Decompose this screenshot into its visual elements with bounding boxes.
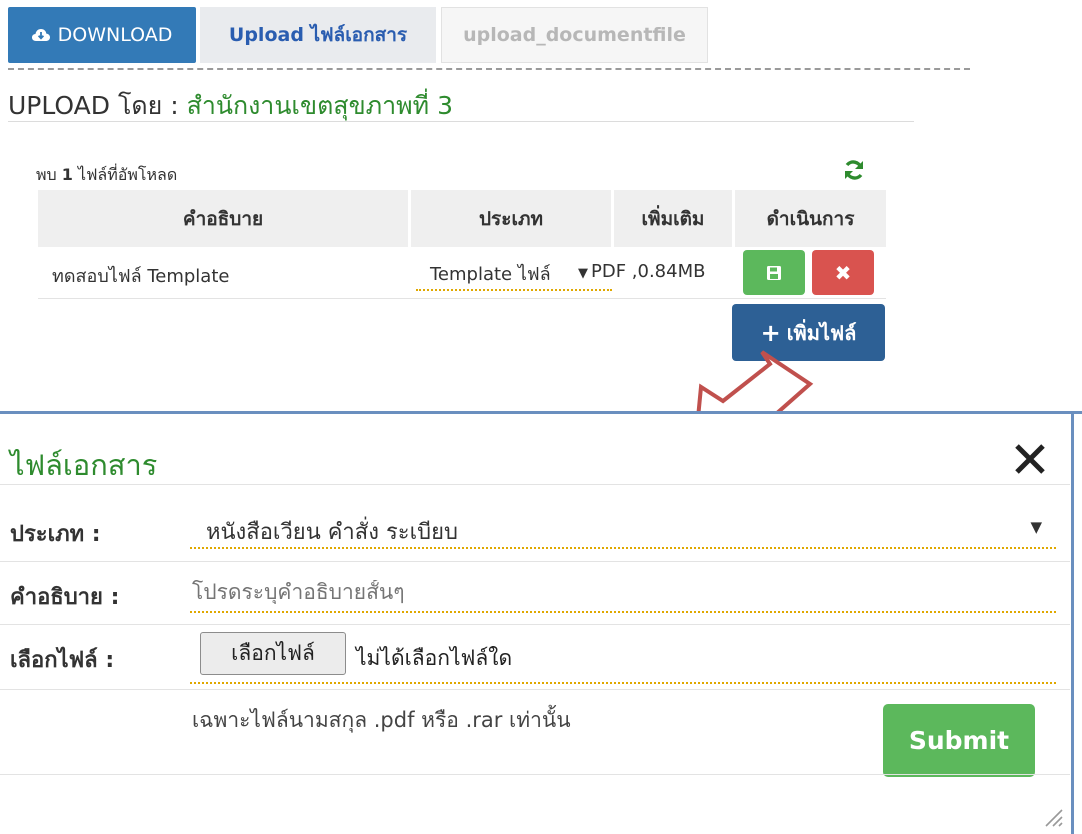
modal-right-border [1071, 411, 1074, 834]
refresh-icon[interactable] [842, 158, 866, 182]
type-label: ประเภท : [10, 522, 101, 547]
type-select-value: หนังสือเวียน คำสั่ง ระเบียบ [206, 520, 458, 545]
close-icon[interactable] [1011, 440, 1049, 478]
modal-divider [0, 561, 1070, 562]
modal-divider [0, 484, 1070, 485]
file-type-hint: เฉพาะไฟล์นามสกุล .pdf หรือ .rar เท่านั้น [192, 708, 571, 732]
tab-download[interactable]: DOWNLOAD [8, 7, 196, 63]
found-prefix: พบ [36, 165, 62, 184]
file-label: เลือกไฟล์ : [10, 648, 115, 673]
files-table-header: คำอธิบาย ประเภท เพิ่มเติม ดำเนินการ [38, 190, 886, 247]
tab-download-label: DOWNLOAD [57, 24, 173, 46]
dropdown-arrow-icon: ▼ [1030, 518, 1042, 536]
choose-file-button[interactable]: เลือกไฟล์ [200, 632, 346, 675]
tab-upload-document[interactable]: Upload ไฟล์เอกสาร [200, 7, 436, 63]
table-row: ทดสอบไฟล์ Template Template ไฟล์ ▼ PDF ,… [38, 249, 886, 299]
type-select[interactable]: หนังสือเวียน คำสั่ง ระเบียบ ▼ [190, 514, 1056, 549]
close-icon: ✖ [834, 260, 852, 285]
resize-handle-icon[interactable] [1040, 804, 1064, 828]
upload-by-label: UPLOAD โดย : [8, 91, 187, 120]
found-suffix: ไฟล์ที่อัพโหลด [72, 165, 178, 184]
description-label: คำอธิบาย : [10, 585, 120, 610]
modal-divider [0, 774, 1070, 775]
header-description: คำอธิบาย [38, 190, 408, 247]
no-file-selected-text: ไม่ได้เลือกไฟล์ใด [356, 646, 513, 670]
type-underline [190, 547, 1056, 549]
modal-divider [0, 624, 1070, 625]
found-count: 1 [61, 165, 73, 184]
upload-by-org: สำนักงานเขตสุขภาพที่ 3 [186, 91, 453, 120]
heading-divider [8, 121, 914, 122]
submit-button[interactable]: Submit [883, 704, 1035, 777]
header-actions: ดำเนินการ [735, 190, 886, 247]
document-modal: ไฟล์เอกสาร ประเภท : หนังสือเวียน คำสั่ง … [0, 411, 1082, 834]
delete-button[interactable]: ✖ [812, 250, 874, 295]
file-type-select[interactable]: Template ไฟล์ ▼ [416, 257, 612, 291]
tabs-divider [8, 68, 970, 70]
header-more: เพิ่มเติม [614, 190, 732, 247]
save-icon [767, 265, 781, 280]
upload-by-heading: UPLOAD โดย : สำนักงานเขตสุขภาพที่ 3 [8, 86, 453, 126]
file-more-info: PDF ,0.84MB [591, 261, 706, 282]
modal-title: ไฟล์เอกสาร [10, 448, 158, 482]
tab-upload-label: Upload ไฟล์เอกสาร [228, 24, 408, 46]
file-type-value: Template ไฟล์ [430, 263, 551, 285]
dropdown-arrow-icon: ▼ [578, 265, 588, 281]
description-input[interactable] [192, 580, 1052, 604]
file-description: ทดสอบไฟล์ Template [52, 266, 230, 287]
save-button[interactable] [743, 250, 805, 295]
file-underline [190, 682, 1056, 684]
header-type: ประเภท [411, 190, 611, 247]
description-underline [190, 611, 1056, 613]
cloud-download-icon [31, 29, 50, 41]
tab-upload-documentfile[interactable]: upload_documentfile [441, 7, 708, 63]
tab-documentfile-label: upload_documentfile [463, 24, 686, 46]
files-found-text: พบ 1 ไฟล์ที่อัพโหลด [36, 163, 177, 188]
modal-divider [0, 689, 1070, 690]
